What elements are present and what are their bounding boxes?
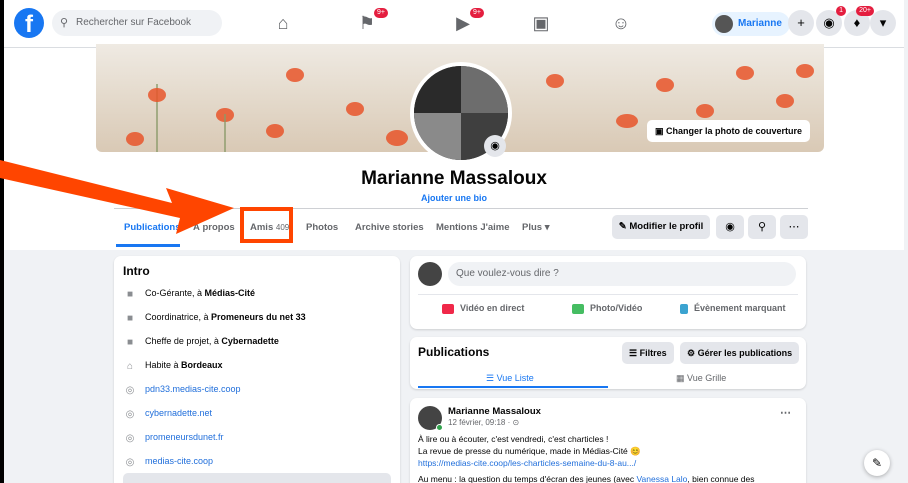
create-plus-button[interactable]: + bbox=[788, 10, 814, 36]
intro-website-link[interactable]: ◎ cybernadette.net bbox=[123, 406, 212, 420]
globe-icon: ◎ bbox=[125, 432, 135, 444]
watch-badge: 9+ bbox=[470, 8, 484, 18]
change-cover-label: Changer la photo de couverture bbox=[665, 126, 802, 136]
post-options-icon[interactable]: ⋯ bbox=[780, 406, 791, 419]
search-input[interactable]: ⚲ Rechercher sur Facebook bbox=[52, 10, 222, 36]
grid-view-tab[interactable]: ▦ Vue Grille bbox=[676, 373, 726, 384]
gear-icon: ⚙ bbox=[687, 348, 696, 358]
online-status-dot bbox=[436, 424, 443, 431]
divider bbox=[114, 208, 808, 209]
post-timestamp[interactable]: 12 février, 09:18 · ⊙ bbox=[448, 418, 519, 427]
publications-header-card: Publications ☰ Filtres ⚙ Gérer les publi… bbox=[410, 337, 806, 389]
tab-label: Publications bbox=[124, 222, 181, 233]
post-composer: Que voulez-vous dire ? Vidéo en direct P… bbox=[410, 256, 806, 329]
new-message-compose-icon[interactable]: ✎ bbox=[864, 450, 890, 476]
tab-likes[interactable]: Mentions J'aime bbox=[436, 222, 510, 233]
facebook-logo-icon[interactable]: f bbox=[14, 8, 44, 38]
messenger-icon[interactable]: ◉ 1 bbox=[816, 6, 846, 36]
notifications-badge: 20+ bbox=[856, 6, 874, 16]
live-video-icon bbox=[442, 303, 454, 314]
house-icon: ⌂ bbox=[126, 360, 134, 372]
tab-label: À propos bbox=[193, 222, 235, 233]
intro-home-row: ⌂ Habite à Bordeaux bbox=[123, 358, 223, 372]
globe-icon: ◎ bbox=[125, 456, 135, 468]
post-link[interactable]: https://medias-cite.coop/les-charticles-… bbox=[418, 458, 636, 468]
profile-shortcut-name: Marianne bbox=[738, 18, 782, 29]
more-options-icon[interactable]: ⋯ bbox=[780, 215, 808, 239]
post-text-line: À lire ou à écouter, c'est vendredi, c'e… bbox=[418, 434, 609, 444]
post-text-line: Au menu : la question du temps d'écran d… bbox=[418, 474, 755, 483]
groups-icon[interactable]: ☺ bbox=[608, 12, 634, 34]
edit-details-button[interactable] bbox=[123, 473, 391, 483]
home-icon[interactable]: ⌂ bbox=[270, 12, 296, 34]
pages-flag-icon[interactable]: ⚑ 9+ bbox=[354, 8, 388, 34]
tab-label: Plus ▾ bbox=[522, 222, 550, 233]
photo-icon bbox=[572, 303, 584, 314]
tab-label: Mentions J'aime bbox=[436, 222, 510, 233]
watch-video-icon[interactable]: ▶ 9+ bbox=[450, 8, 484, 34]
pages-badge: 9+ bbox=[374, 8, 388, 18]
tab-archive-stories[interactable]: Archive stories bbox=[355, 222, 424, 233]
edit-profile-button[interactable]: ✎ Modifier le profil bbox=[612, 215, 710, 239]
divider bbox=[418, 294, 798, 295]
tab-more[interactable]: Plus ▾ bbox=[522, 222, 549, 233]
live-video-button[interactable]: Vidéo en direct bbox=[442, 303, 524, 314]
search-profile-icon[interactable]: ⚲ bbox=[748, 215, 776, 239]
photo-video-button[interactable]: Photo/Vidéo bbox=[572, 303, 642, 314]
profile-shortcut-button[interactable]: Marianne bbox=[712, 12, 790, 36]
camera-icon: ▣ bbox=[654, 126, 664, 136]
tab-publications[interactable]: Publications bbox=[124, 222, 180, 233]
list-view-tab[interactable]: ☰ Vue Liste bbox=[486, 373, 534, 384]
change-cover-photo-button[interactable]: ▣ Changer la photo de couverture bbox=[646, 120, 810, 142]
intro-card: Intro ■ Co-Gérante, à Médias-Cité ■ Coordi… bbox=[114, 256, 400, 483]
marketplace-store-icon[interactable]: ▣ bbox=[528, 12, 554, 34]
filters-icon: ☰ bbox=[629, 348, 638, 358]
top-navigation-bar: f ⚲ Rechercher sur Facebook ⌂ ⚑ 9+ ▶ 9+ ▣ … bbox=[4, 0, 904, 48]
intro-website-link[interactable]: ◎ promeneursdunet.fr bbox=[123, 430, 224, 444]
messenger-badge: 1 bbox=[836, 6, 846, 16]
life-event-button[interactable]: Évènement marquant bbox=[680, 303, 786, 314]
grid-icon: ▦ bbox=[676, 373, 685, 383]
account-menu-chevron-down-icon[interactable]: ▾ bbox=[870, 10, 896, 36]
tab-label: Photos bbox=[306, 222, 339, 233]
intro-work-row: ■ Co-Gérante, à Médias-Cité bbox=[123, 286, 255, 300]
flag-icon bbox=[680, 303, 688, 314]
avatar bbox=[715, 15, 733, 33]
whats-on-your-mind-input[interactable]: Que voulez-vous dire ? bbox=[448, 262, 796, 286]
avatar bbox=[418, 262, 442, 286]
globe-icon: ◎ bbox=[125, 384, 135, 396]
edit-profile-label: Modifier le profil bbox=[629, 221, 704, 232]
update-profile-picture-camera-icon[interactable]: ◉ bbox=[484, 135, 506, 157]
intro-work-row: ■ Coordinatrice, à Promeneurs du net 33 bbox=[123, 310, 306, 324]
tagged-person-link[interactable]: Vanessa Lalo bbox=[637, 474, 688, 483]
list-icon: ☰ bbox=[486, 373, 495, 383]
post-text-line: La revue de presse du numérique, made in… bbox=[418, 446, 641, 456]
intro-title: Intro bbox=[123, 264, 150, 278]
post-author-name[interactable]: Marianne Massaloux bbox=[448, 406, 541, 417]
globe-icon: ◎ bbox=[125, 408, 135, 420]
briefcase-icon: ■ bbox=[126, 336, 134, 348]
tab-label: Archive stories bbox=[355, 222, 424, 233]
intro-website-link[interactable]: ◎ pdn33.medias-cite.coop bbox=[123, 382, 241, 396]
profile-name: Marianne Massaloux bbox=[361, 168, 547, 189]
publications-title: Publications bbox=[418, 345, 490, 359]
pencil-icon: ✎ bbox=[618, 221, 627, 232]
post-card: Marianne Massaloux 12 février, 09:18 · ⊙… bbox=[410, 398, 806, 483]
active-tab-indicator bbox=[116, 244, 180, 247]
view-as-eye-icon[interactable]: ◉ bbox=[716, 215, 744, 239]
intro-website-link[interactable]: ◎ medias-cite.coop bbox=[123, 454, 213, 468]
filters-button[interactable]: ☰ Filtres bbox=[622, 342, 674, 364]
search-icon: ⚲ bbox=[60, 17, 69, 29]
annotation-highlight-box bbox=[240, 207, 293, 243]
briefcase-icon: ■ bbox=[126, 312, 134, 324]
manage-posts-button[interactable]: ⚙ Gérer les publications bbox=[680, 342, 800, 364]
tab-about[interactable]: À propos bbox=[193, 222, 235, 233]
tab-photos[interactable]: Photos bbox=[306, 222, 338, 233]
notifications-bell-icon[interactable]: ♦ 20+ bbox=[844, 6, 874, 36]
active-view-indicator bbox=[418, 386, 608, 388]
search-placeholder: Rechercher sur Facebook bbox=[76, 17, 192, 28]
add-bio-link[interactable]: Ajouter une bio bbox=[0, 193, 908, 203]
briefcase-icon: ■ bbox=[126, 288, 134, 300]
intro-work-row: ■ Cheffe de projet, à Cybernadette bbox=[123, 334, 279, 348]
